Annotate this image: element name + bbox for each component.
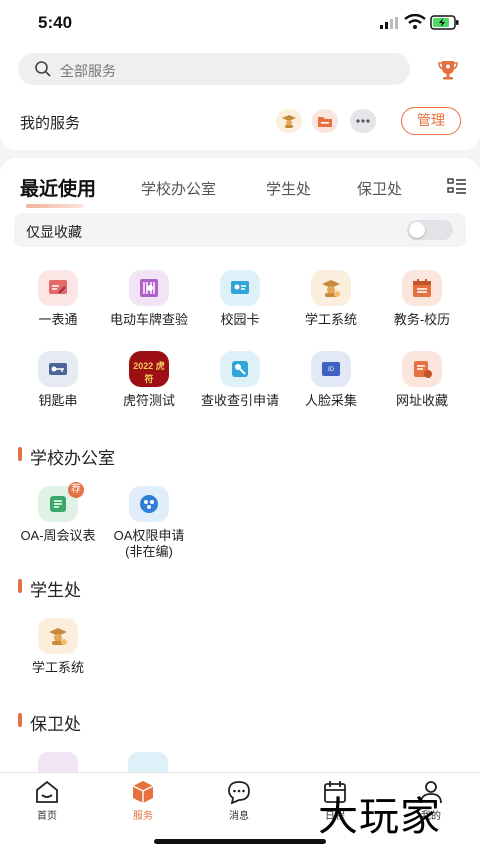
service-box-icon [130, 779, 156, 805]
app-security-partial-1[interactable] [38, 752, 78, 772]
app-name: 校园卡 [220, 312, 260, 327]
face-icon: ID [311, 351, 351, 387]
home-indicator[interactable] [154, 839, 326, 844]
app-name: 电动车牌查验 [109, 312, 188, 327]
header-card: 全部服务 我的服务 管理 [0, 46, 480, 150]
status-time: 5:40 [38, 13, 73, 32]
search-icon [35, 61, 51, 77]
app-academic-calendar[interactable]: 教务-校历 [380, 270, 464, 328]
plate-icon [129, 270, 169, 306]
favorites-only-label: 仅显收藏 [26, 224, 82, 240]
app-citation-search-request[interactable]: 查收查引申请 [198, 351, 282, 409]
app-face-capture[interactable]: ID 人脸采集 [289, 351, 373, 409]
home-icon [34, 779, 60, 805]
status-bar: 5:40 [0, 0, 480, 46]
app-campus-card[interactable]: 校园卡 [198, 270, 282, 328]
app-name: 学工系统 [31, 660, 84, 675]
section-title: 学生处 [30, 581, 81, 600]
app-keychain[interactable]: 钥匙串 [16, 351, 100, 409]
tab-school-office[interactable]: 学校办公室 [141, 178, 216, 199]
app-ebike-plate-check[interactable]: 电动车牌查验 [107, 270, 191, 328]
my-services-label: 我的服务 [20, 115, 81, 132]
nav-messages[interactable]: 消息 [209, 779, 269, 822]
app-name: 网址收藏 [395, 393, 448, 408]
search-doc-icon [220, 351, 260, 387]
manage-button[interactable]: 管理 [401, 107, 461, 135]
active-tab-indicator [26, 204, 84, 208]
wifi-icon [404, 14, 426, 29]
app-tiger-tally-test[interactable]: 2022 虎符 虎符测试 [107, 351, 191, 409]
category-tabs: 最近使用 学校办公室 学生处 保卫处 [0, 172, 480, 212]
bookmark-icon [402, 351, 442, 387]
app-name: 一表通 [38, 312, 78, 327]
app-student-work-system[interactable]: 学工系统 [289, 270, 373, 328]
watermark-text: 大玩家 [318, 794, 441, 840]
section-marker [18, 579, 22, 593]
app-name: 教务-校历 [393, 312, 451, 327]
app-name: OA权限申请(非在编) [113, 528, 185, 559]
section-marker [18, 713, 22, 727]
tiger-tally-icon: 2022 虎符 [129, 351, 169, 387]
tab-security[interactable]: 保卫处 [357, 178, 402, 199]
nav-label: 服务 [133, 811, 153, 822]
tab-recent[interactable]: 最近使用 [20, 174, 96, 201]
recommended-badge: 荐 [68, 482, 84, 498]
app-security-partial-2[interactable] [128, 752, 168, 772]
section-title: 保卫处 [30, 715, 81, 734]
form-icon [38, 270, 78, 306]
graduate-icon [38, 618, 78, 654]
nav-services[interactable]: 服务 [113, 779, 173, 822]
app-name: OA-周会议表 [20, 528, 96, 543]
app-student-work-system-2[interactable]: 学工系统 [16, 618, 100, 676]
favorites-only-row: 仅显收藏 [14, 213, 466, 247]
app-yibiaotong[interactable]: 一表通 [16, 270, 100, 328]
app-name: 虎符测试 [122, 393, 175, 408]
nav-label: 消息 [229, 811, 249, 822]
app-oa-weekly-meetings[interactable]: 荐 OA-周会议表 [16, 482, 100, 544]
service-panel: 最近使用 学校办公室 学生处 保卫处 仅显收藏 一表通 电动车牌查验 校园卡 学… [0, 158, 480, 772]
section-marker [18, 447, 22, 461]
search-placeholder: 全部服务 [60, 63, 116, 79]
my-service-folder-icon[interactable] [312, 109, 338, 133]
toggle-knob [409, 222, 425, 238]
search-input[interactable]: 全部服务 [18, 53, 410, 85]
favorites-only-toggle[interactable] [407, 220, 453, 240]
svg-text:ID: ID [328, 367, 335, 373]
more-icon[interactable] [350, 109, 376, 133]
app-name: 人脸采集 [304, 393, 357, 408]
app-name: 钥匙串 [38, 393, 78, 408]
app-name: 学工系统 [304, 312, 357, 327]
section-title: 学校办公室 [30, 449, 115, 468]
signal-icon [380, 17, 398, 29]
nav-label: 首页 [37, 811, 57, 822]
app-oa-permission-request[interactable]: OA权限申请(非在编) [107, 486, 191, 560]
key-icon [38, 351, 78, 387]
message-icon [226, 779, 252, 805]
app-name: 查收查引申请 [200, 393, 279, 408]
permission-icon [129, 486, 169, 522]
card-icon [220, 270, 260, 306]
graduate-icon [311, 270, 351, 306]
app-bookmarks[interactable]: 网址收藏 [380, 351, 464, 409]
nav-home[interactable]: 首页 [17, 779, 77, 822]
list-view-icon[interactable] [447, 178, 467, 196]
my-service-graduate-icon[interactable] [276, 109, 302, 133]
calendar-icon [402, 270, 442, 306]
trophy-icon[interactable] [436, 58, 460, 82]
battery-icon [430, 15, 459, 30]
tab-student-affairs[interactable]: 学生处 [266, 178, 311, 199]
meeting-icon: 荐 [38, 482, 84, 522]
